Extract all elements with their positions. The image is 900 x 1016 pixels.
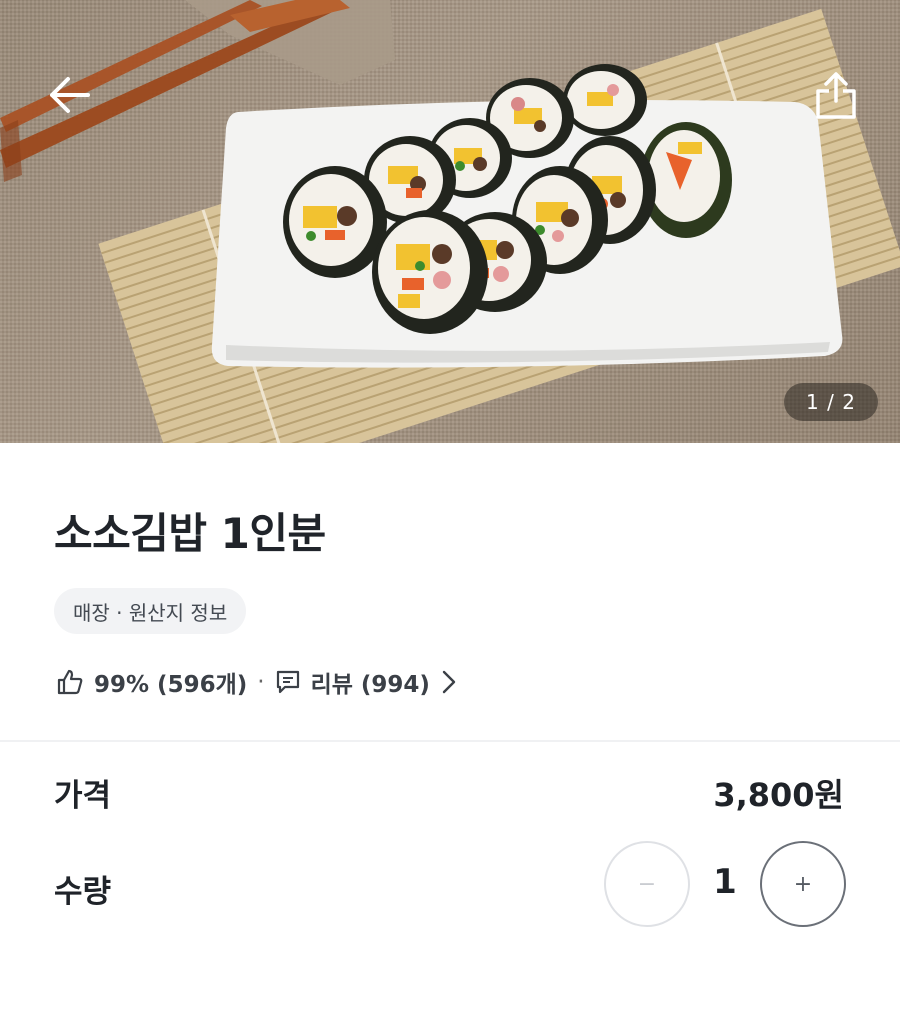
thumbs-up-icon [56,668,84,696]
rating-row: 99% (596개) · 리뷰 (994) [56,662,456,702]
quantity-increase-button[interactable]: + [760,841,846,927]
plus-icon: + [793,871,813,897]
review-link[interactable]: 리뷰 (994) [275,665,456,699]
chevron-right-icon [442,670,456,694]
section-divider [0,740,900,742]
price-label: 가격 [54,778,112,814]
product-photo [0,0,900,443]
share-button[interactable] [806,66,866,126]
back-button[interactable] [40,65,100,125]
minus-icon: − [637,871,657,897]
comment-icon [275,669,301,695]
product-image-carousel[interactable]: 1 / 2 [0,0,900,443]
share-icon [816,72,856,119]
back-arrow-icon [50,77,90,113]
review-count: 리뷰 (994) [310,672,430,698]
product-title: 소소김밥 1인분 [54,509,326,558]
image-page-indicator: 1 / 2 [784,383,878,421]
origin-info-button[interactable]: 매장 · 원산지 정보 [54,588,247,634]
quantity-value: 1 [713,862,737,902]
quantity-label: 수량 [54,874,112,910]
separator-dot: · [257,669,265,695]
quantity-decrease-button[interactable]: − [604,841,690,927]
like-percentage: 99% (596개) [94,672,248,698]
price-value: 3,800원 [713,776,844,814]
